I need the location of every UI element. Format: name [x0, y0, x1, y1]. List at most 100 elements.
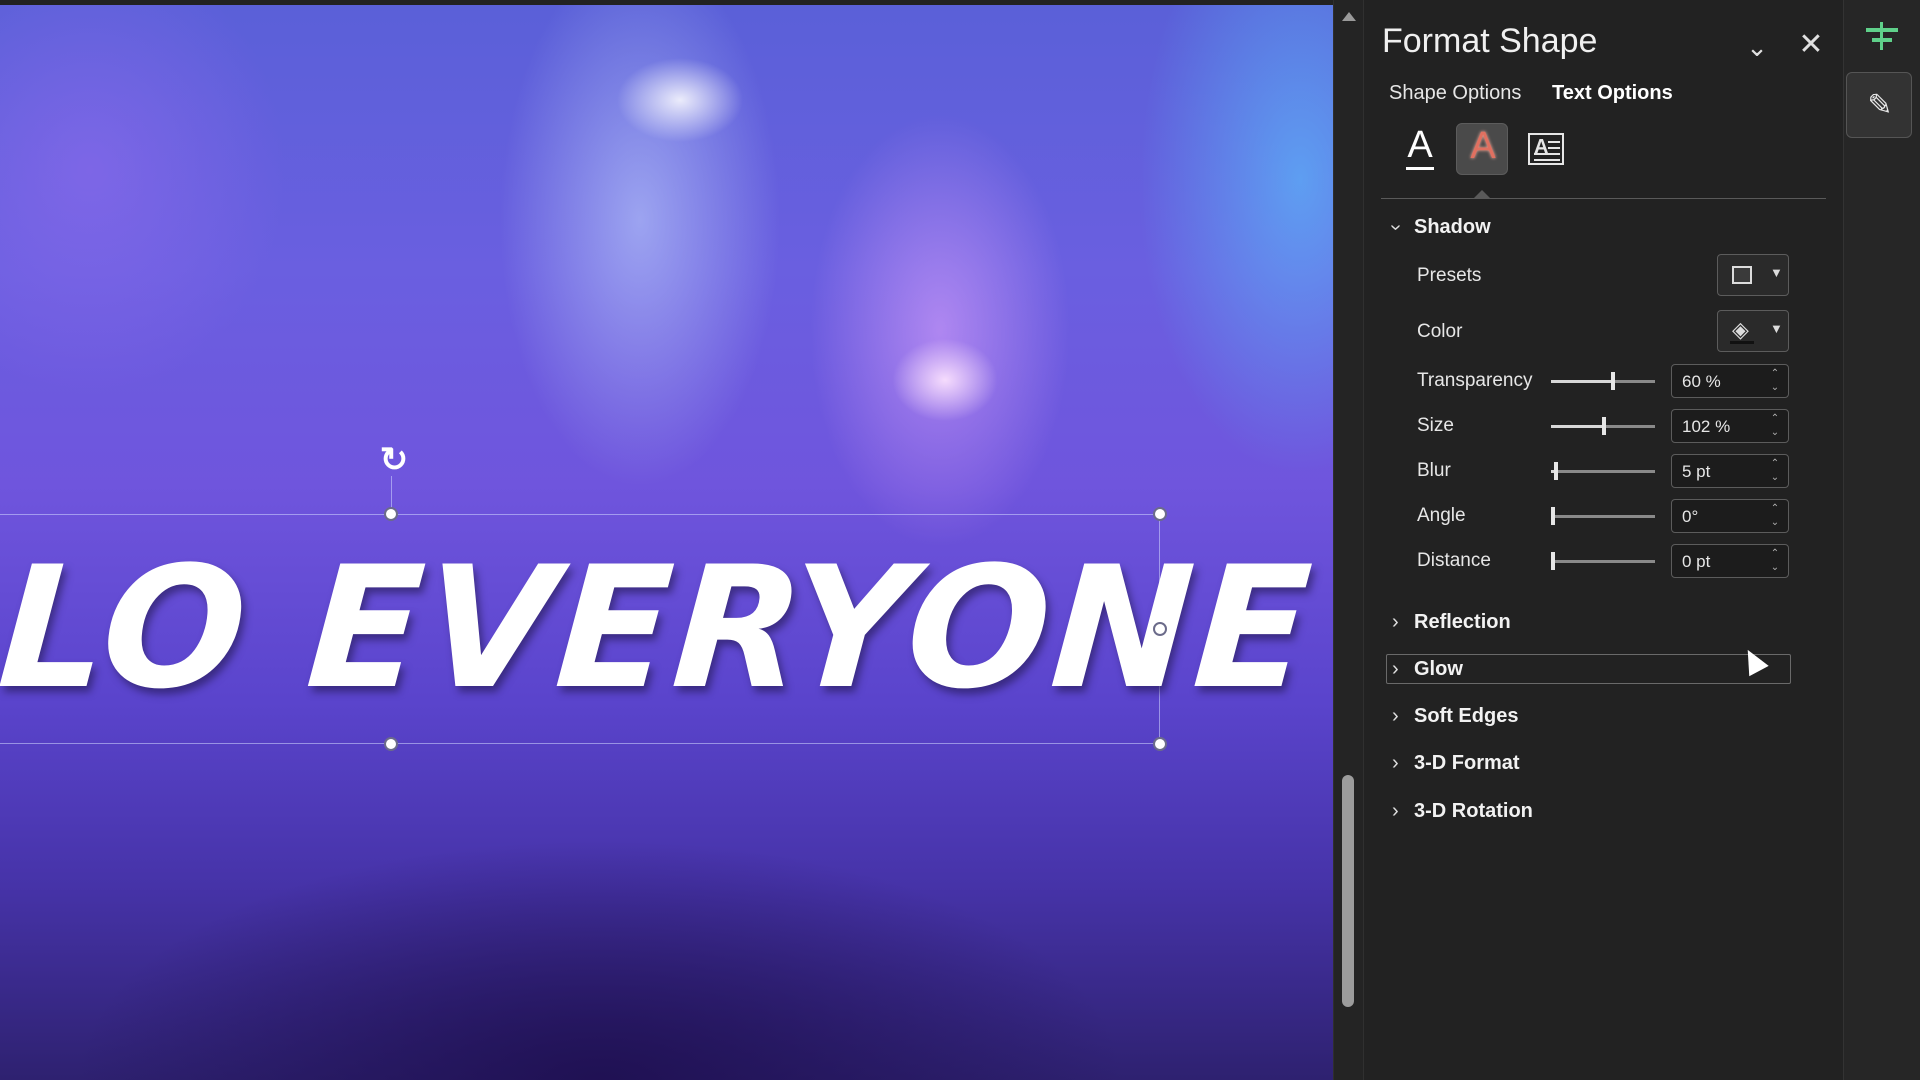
resize-handle-bottom-right[interactable] [1153, 737, 1167, 751]
tab-shape-options[interactable]: Shape Options [1389, 82, 1521, 105]
size-spinner[interactable]: 102 % ⌃ ⌄ [1671, 409, 1789, 443]
chevron-right-icon: › [1392, 705, 1399, 727]
slider-thumb[interactable] [1611, 372, 1615, 390]
section-shadow-label: Shadow [1414, 216, 1491, 238]
slider-thumb[interactable] [1551, 507, 1555, 525]
color-label: Color [1417, 321, 1463, 342]
section-glow-header[interactable]: › Glow [1392, 658, 1463, 681]
textbox-line [1534, 159, 1560, 161]
spin-down-icon[interactable]: ⌄ [1768, 428, 1782, 438]
presets-label: Presets [1417, 265, 1482, 286]
section-3d-format-header[interactable]: › 3-D Format [1392, 752, 1520, 775]
slider-thumb[interactable] [1602, 417, 1606, 435]
slider-fill [1551, 425, 1604, 428]
text-fill-underline [1406, 167, 1434, 170]
current-color-swatch [1730, 341, 1754, 344]
slide-title-text[interactable]: LO EVERYONE [0, 528, 1319, 728]
spin-down-icon[interactable]: ⌄ [1768, 563, 1782, 573]
spin-down-icon[interactable]: ⌄ [1768, 473, 1782, 483]
textbox-line [1534, 153, 1560, 155]
color-dropdown[interactable]: ◈ ▼ [1717, 310, 1789, 352]
distance-label: Distance [1417, 550, 1491, 571]
text-effects-icon[interactable]: A [1456, 123, 1508, 175]
section-reflection-header[interactable]: › Reflection [1392, 611, 1511, 634]
text-fill-glyph: A [1407, 124, 1433, 166]
textbox-glyph-letter: A [1534, 136, 1549, 158]
angle-value[interactable]: 0° [1682, 507, 1698, 527]
resize-handle-top-mid[interactable] [384, 507, 398, 521]
spin-up-icon[interactable]: ⌃ [1768, 459, 1782, 469]
section-soft-edges-header[interactable]: › Soft Edges [1392, 705, 1518, 728]
textbox-glyph: A [1528, 133, 1564, 165]
slider-thumb[interactable] [1551, 552, 1555, 570]
slide-canvas[interactable]: LO EVERYONE ↻ [0, 0, 1333, 1080]
size-slider[interactable] [1551, 415, 1655, 437]
chevron-right-icon: › [1392, 800, 1399, 822]
presets-dropdown[interactable]: ▼ [1717, 254, 1789, 296]
transparency-value[interactable]: 60 % [1682, 372, 1721, 392]
section-3d-rotation-header[interactable]: › 3-D Rotation [1392, 800, 1533, 823]
slider-thumb[interactable] [1554, 462, 1558, 480]
spin-up-icon[interactable]: ⌃ [1768, 369, 1782, 379]
align-bar [1866, 28, 1898, 32]
chevron-down-icon: ▼ [1770, 265, 1783, 280]
chevron-down-icon: › [1384, 224, 1407, 231]
align-post [1880, 22, 1883, 50]
section-soft-edges-label: Soft Edges [1414, 705, 1519, 727]
right-side-strip: ✎ [1843, 0, 1920, 1080]
slider-fill [1551, 380, 1613, 383]
size-label: Size [1417, 415, 1454, 436]
distance-value[interactable]: 0 pt [1682, 552, 1710, 572]
transparency-label: Transparency [1417, 370, 1533, 391]
resize-handle-top-right[interactable] [1153, 507, 1167, 521]
angle-slider[interactable] [1551, 505, 1655, 527]
angle-label: Angle [1417, 505, 1466, 526]
blur-value[interactable]: 5 pt [1682, 462, 1710, 482]
pane-options-chevron-icon[interactable]: ⌄ [1740, 30, 1774, 64]
textbox-icon[interactable]: A [1519, 123, 1571, 175]
spin-down-icon[interactable]: ⌄ [1768, 518, 1782, 528]
pane-divider [1381, 198, 1826, 199]
text-fill-outline-icon[interactable]: A [1394, 123, 1446, 175]
align-bar [1872, 38, 1892, 42]
pane-title: Format Shape [1382, 22, 1598, 60]
tab-text-options[interactable]: Text Options [1552, 82, 1673, 105]
vertical-scrollbar[interactable] [1333, 0, 1363, 1080]
blur-spinner[interactable]: 5 pt ⌃ ⌄ [1671, 454, 1789, 488]
resize-handle-mid-right[interactable] [1153, 622, 1167, 636]
transparency-spinner[interactable]: 60 % ⌃ ⌄ [1671, 364, 1789, 398]
pane-close-icon[interactable]: ✕ [1794, 28, 1828, 62]
paint-bucket-icon: ◈ [1732, 317, 1749, 342]
transparency-slider[interactable] [1551, 370, 1655, 392]
chevron-right-icon: › [1392, 658, 1399, 680]
format-shape-pane: Format Shape ⌄ ✕ Shape Options Text Opti… [1363, 0, 1843, 1080]
spin-up-icon[interactable]: ⌃ [1768, 549, 1782, 559]
distance-spinner[interactable]: 0 pt ⌃ ⌄ [1671, 544, 1789, 578]
blur-label: Blur [1417, 460, 1451, 481]
resize-handle-bottom-mid[interactable] [384, 737, 398, 751]
slide-top-edge [0, 0, 1333, 5]
spin-up-icon[interactable]: ⌃ [1768, 504, 1782, 514]
slider-track [1551, 515, 1655, 518]
slider-track [1551, 470, 1655, 473]
spin-up-icon[interactable]: ⌃ [1768, 414, 1782, 424]
blur-slider[interactable] [1551, 460, 1655, 482]
scroll-up-arrow-icon[interactable] [1342, 12, 1356, 21]
align-objects-icon[interactable] [1864, 22, 1900, 50]
chevron-right-icon: › [1392, 752, 1399, 774]
chevron-down-icon: ▼ [1770, 321, 1783, 336]
section-glow-label: Glow [1414, 658, 1463, 680]
size-value[interactable]: 102 % [1682, 417, 1730, 437]
section-shadow-header[interactable]: › Shadow [1384, 216, 1491, 239]
format-pane-button[interactable]: ✎ [1846, 72, 1912, 138]
shadow-preset-icon [1732, 266, 1752, 284]
spin-down-icon[interactable]: ⌄ [1768, 383, 1782, 393]
section-reflection-label: Reflection [1414, 611, 1511, 633]
angle-spinner[interactable]: 0° ⌃ ⌄ [1671, 499, 1789, 533]
rotate-handle-icon[interactable]: ↻ [374, 440, 414, 480]
distance-slider[interactable] [1551, 550, 1655, 572]
section-3d-rotation-label: 3-D Rotation [1414, 800, 1533, 822]
text-effects-glyph: A [1470, 125, 1496, 167]
tab-indicator-notch [1474, 190, 1490, 198]
scroll-thumb[interactable] [1342, 775, 1354, 1007]
